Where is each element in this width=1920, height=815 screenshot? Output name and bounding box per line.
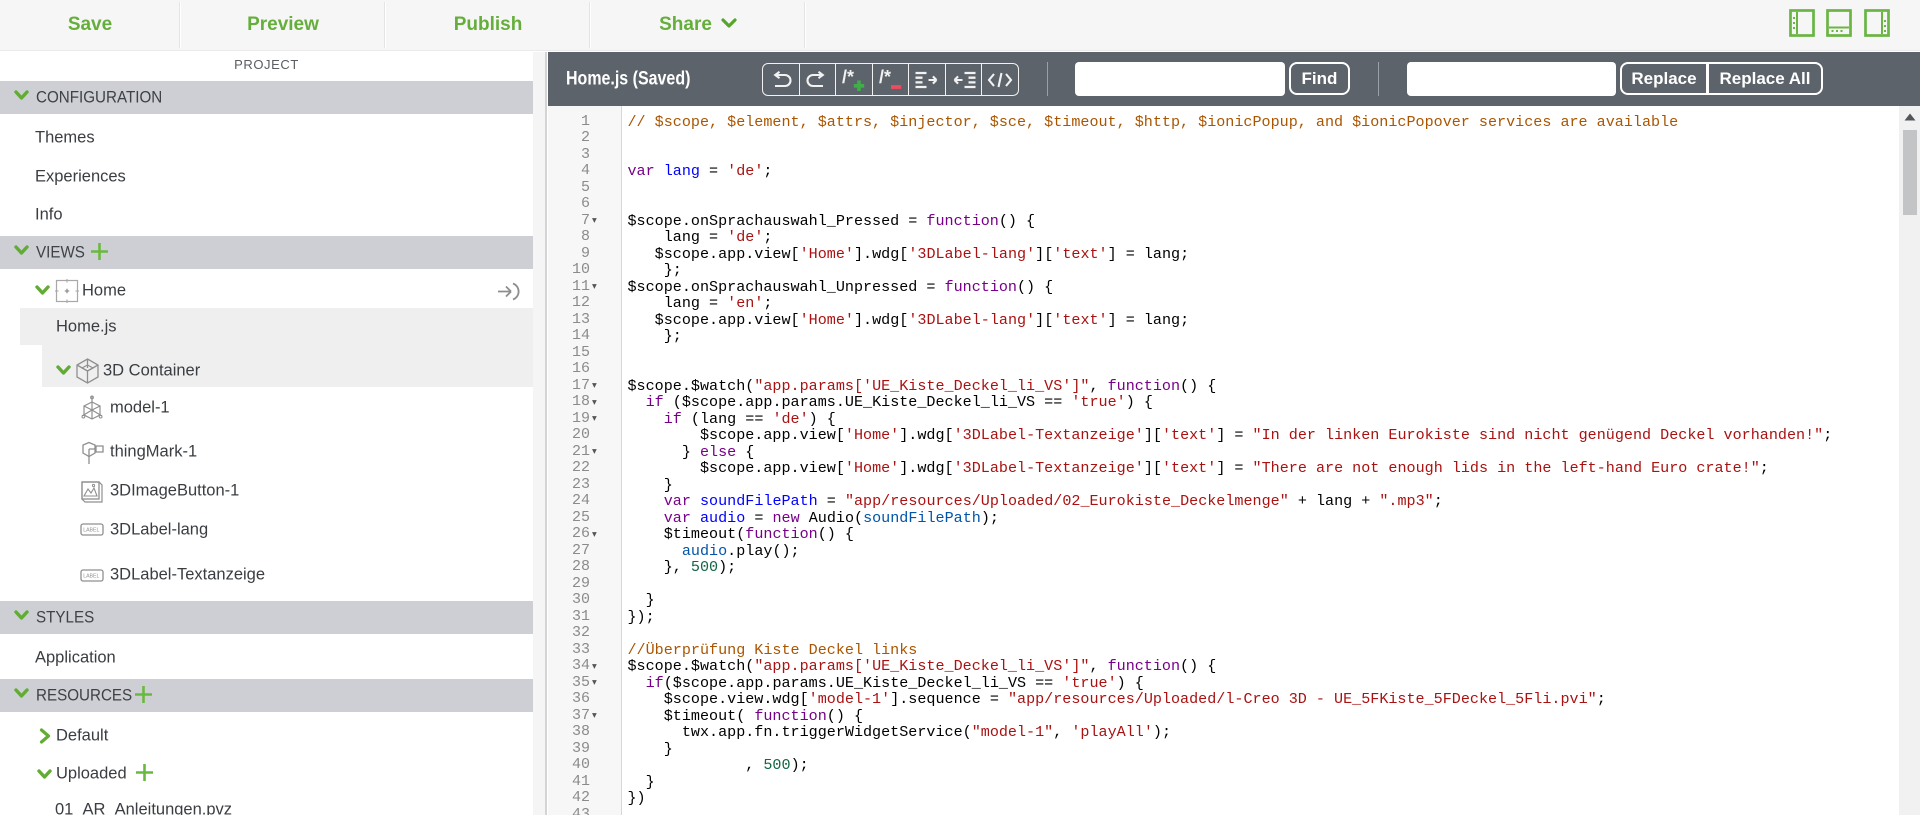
svg-text:/*: /* bbox=[842, 68, 854, 87]
svg-text:LABEL: LABEL bbox=[83, 574, 99, 580]
svg-text:LABEL: LABEL bbox=[83, 528, 99, 534]
svg-text:/*: /* bbox=[879, 68, 891, 87]
